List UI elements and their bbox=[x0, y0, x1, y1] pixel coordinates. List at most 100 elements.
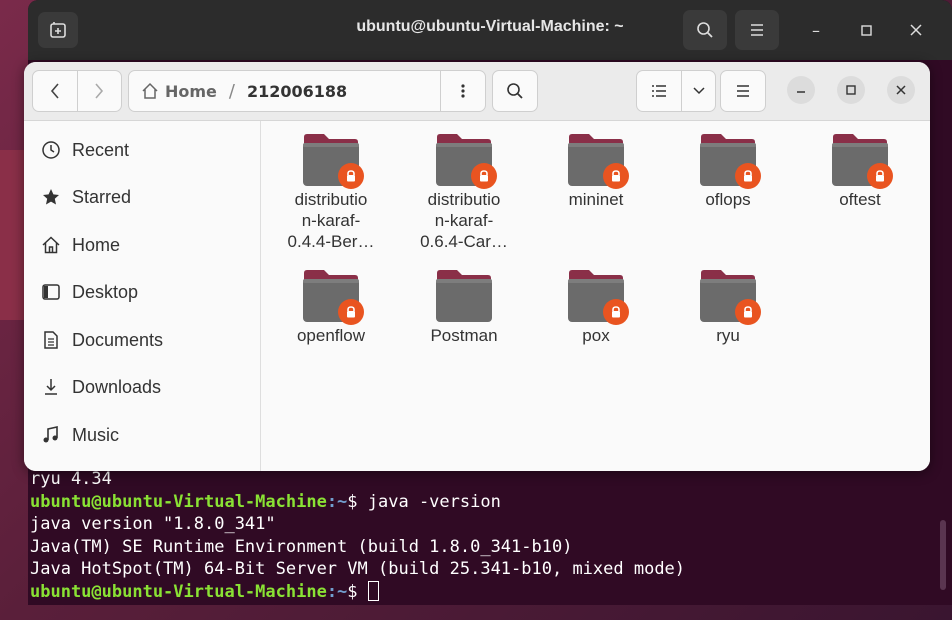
folder-item[interactable]: mininet bbox=[536, 133, 656, 210]
files-maximize-button[interactable] bbox=[837, 76, 865, 104]
home-icon bbox=[40, 235, 62, 255]
folder-item[interactable]: distributio n-karaf- 0.4.4-Ber… bbox=[271, 133, 391, 252]
clock-icon bbox=[40, 140, 62, 160]
folder-icon bbox=[435, 133, 497, 189]
terminal-minimize-button[interactable]: – bbox=[804, 18, 828, 42]
prompt-path: :~ bbox=[326, 491, 348, 512]
lock-icon bbox=[471, 163, 497, 189]
sidebar-item-label: Downloads bbox=[72, 376, 162, 397]
path-home-label: Home bbox=[165, 81, 217, 101]
search-icon bbox=[697, 22, 713, 38]
vertical-dots-icon bbox=[461, 84, 465, 98]
folder-item[interactable]: oftest bbox=[800, 133, 920, 210]
folder-label: oflops bbox=[705, 190, 751, 209]
terminal-scrollbar[interactable] bbox=[940, 520, 946, 590]
folder-icon bbox=[567, 133, 629, 189]
folder-icon bbox=[435, 269, 493, 323]
lock-icon bbox=[603, 299, 629, 325]
lock-icon bbox=[867, 163, 893, 189]
chevron-left-icon bbox=[50, 83, 59, 99]
terminal-maximize-button[interactable] bbox=[854, 18, 878, 42]
terminal-line: ryu 4.34 bbox=[30, 469, 112, 489]
chevron-right-icon bbox=[95, 83, 104, 99]
hamburger-icon bbox=[751, 24, 763, 36]
folder-icon bbox=[567, 269, 629, 325]
terminal-search-button[interactable] bbox=[683, 10, 727, 50]
main-menu-button[interactable] bbox=[720, 70, 766, 112]
sidebar-item-label: Desktop bbox=[72, 281, 139, 302]
sidebar-item-documents[interactable]: Documents bbox=[24, 320, 260, 360]
folder-label: openflow bbox=[296, 326, 366, 345]
search-button[interactable] bbox=[492, 70, 538, 112]
terminal-line: ubuntu@ubuntu-Virtual-Machine:~$ java -v… bbox=[30, 491, 952, 514]
prompt-path: :~ bbox=[326, 581, 348, 602]
maximize-icon bbox=[860, 24, 872, 36]
terminal-line: Java HotSpot(TM) 64-Bit Server VM (build… bbox=[30, 559, 686, 579]
sidebar-item-desktop[interactable]: Desktop bbox=[24, 272, 260, 312]
back-button[interactable] bbox=[33, 71, 77, 111]
lock-icon bbox=[603, 163, 629, 189]
folder-icon bbox=[302, 133, 364, 189]
sidebar-item-home[interactable]: Home bbox=[24, 225, 260, 265]
folder-label: distributio n-karaf- 0.6.4-Car… bbox=[420, 190, 508, 251]
sidebar: Recent Starred Home Desktop Documents Do… bbox=[24, 121, 261, 471]
minimize-icon bbox=[797, 91, 805, 93]
folder-item[interactable]: openflow bbox=[271, 269, 391, 346]
file-manager-window[interactable]: Home / 212006188 Recent Starred Home Des… bbox=[24, 62, 930, 471]
folder-item[interactable]: ryu bbox=[668, 269, 788, 346]
lock-icon bbox=[735, 299, 761, 325]
prompt-command: $ java -version bbox=[347, 491, 501, 512]
prompt-user: ubuntu@ubuntu-Virtual-Machine bbox=[30, 491, 327, 512]
view-options bbox=[636, 70, 716, 112]
path-separator: / bbox=[228, 80, 235, 102]
files-close-button[interactable] bbox=[887, 76, 915, 104]
star-icon bbox=[40, 187, 62, 207]
music-icon bbox=[40, 425, 62, 445]
lock-icon bbox=[338, 299, 364, 325]
folder-label: ryu bbox=[716, 326, 740, 345]
hamburger-icon bbox=[737, 85, 749, 97]
file-grid: distributio n-karaf- 0.4.4-Ber… distributio… bbox=[261, 121, 930, 471]
sidebar-item-label: Recent bbox=[72, 139, 130, 160]
terminal-output[interactable]: ryu 4.34 ubuntu@ubuntu-Virtual-Machine:~$… bbox=[30, 468, 952, 603]
terminal-menu-button[interactable] bbox=[735, 10, 779, 50]
sidebar-item-starred[interactable]: Starred bbox=[24, 177, 260, 217]
files-minimize-button[interactable] bbox=[787, 76, 815, 104]
sidebar-item-label: Music bbox=[72, 424, 120, 445]
terminal-close-button[interactable] bbox=[904, 18, 928, 42]
terminal-header: ubuntu@ubuntu-Virtual-Machine: ~ – bbox=[28, 0, 952, 60]
sidebar-item-label: Starred bbox=[72, 186, 132, 207]
home-icon bbox=[142, 82, 158, 99]
sidebar-item-recent[interactable]: Recent bbox=[24, 130, 260, 170]
maximize-icon bbox=[846, 85, 856, 95]
sidebar-item-music[interactable]: Music bbox=[24, 415, 260, 455]
desktop-icon bbox=[40, 282, 62, 302]
sidebar-item-label: Documents bbox=[72, 329, 164, 350]
terminal-line: ubuntu@ubuntu-Virtual-Machine:~$ bbox=[30, 580, 952, 604]
folder-item[interactable]: oflops bbox=[668, 133, 788, 210]
document-icon bbox=[40, 330, 62, 350]
file-manager-header: Home / 212006188 bbox=[24, 62, 930, 121]
folder-icon bbox=[831, 133, 893, 189]
terminal-line: java version "1.8.0_341" bbox=[30, 514, 276, 534]
folder-label: Postman bbox=[430, 326, 498, 345]
lock-icon bbox=[735, 163, 761, 189]
close-icon bbox=[896, 85, 906, 95]
list-view-button[interactable] bbox=[637, 71, 681, 111]
sidebar-item-label: Home bbox=[72, 234, 121, 255]
prompt-command: $ bbox=[347, 581, 368, 602]
folder-item[interactable]: Postman bbox=[404, 269, 524, 346]
path-menu-button[interactable] bbox=[440, 71, 485, 111]
path-home-button[interactable]: Home bbox=[129, 82, 217, 101]
close-icon bbox=[910, 24, 922, 36]
path-current-folder[interactable]: 212006188 bbox=[247, 82, 440, 101]
folder-icon bbox=[302, 269, 364, 325]
folder-label: mininet bbox=[568, 190, 624, 209]
view-options-dropdown[interactable] bbox=[681, 71, 715, 111]
download-icon bbox=[40, 377, 62, 397]
folder-item[interactable]: distributio n-karaf- 0.6.4-Car… bbox=[404, 133, 524, 252]
forward-button[interactable] bbox=[76, 71, 122, 111]
folder-item[interactable]: pox bbox=[536, 269, 656, 346]
folder-icon bbox=[699, 133, 761, 189]
sidebar-item-downloads[interactable]: Downloads bbox=[24, 367, 260, 407]
